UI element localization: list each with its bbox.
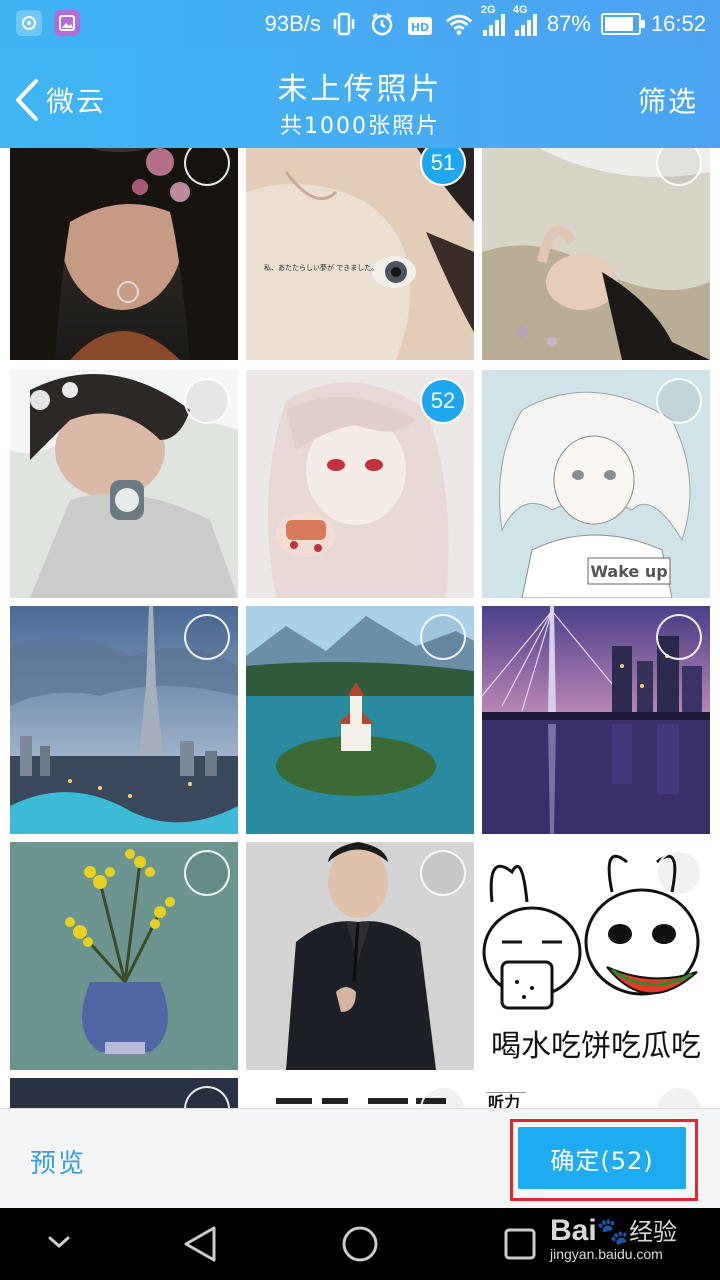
vibrate-icon [331,11,359,37]
paw-icon: 🐾 [596,1216,630,1246]
wake-up-text: Wake up [590,562,667,581]
photo-tile[interactable]: 52 [246,370,474,598]
page-title: 未上传照片 [277,72,443,107]
circle-home-icon [342,1226,378,1262]
signal-4g-icon: 4G [513,4,537,36]
nav-back-button[interactable] [180,1224,220,1268]
battery-percent: 87% [546,11,591,36]
photo-tile[interactable] [482,606,710,834]
preview-button[interactable]: 预览 [30,1143,86,1180]
confirm-button[interactable]: 确定(52) [518,1127,686,1189]
chevron-down-icon [48,1236,70,1249]
meme-caption: 喝水吃饼吃瓜吃 [491,1029,701,1064]
photo-tile[interactable] [10,148,238,360]
network-2g-label: 2G [480,4,496,16]
network-speed: 93B/s [264,11,321,36]
photo-tile[interactable] [10,370,238,598]
photo-tile[interactable] [246,842,474,1070]
select-circle[interactable]: 52 [420,378,466,424]
photo-count: 共1000张照片 [280,114,440,139]
select-circle[interactable] [656,378,702,424]
hd-icon: HD [407,11,435,37]
select-circle[interactable] [420,614,466,660]
watermark-brand-cn: 经验 [629,1219,678,1246]
battery-icon [600,13,645,35]
wifi-icon [445,11,473,37]
signal-2g-icon: 2G [481,4,505,36]
square-recents-icon [504,1228,536,1260]
closeup-caption: 私、あたたらしい夢が できました。 [264,263,378,272]
bottom-action-bar: 预览 确定(52) [0,1108,720,1208]
watermark-brand: Bai [550,1214,597,1247]
hide-nav-button[interactable] [46,1232,72,1256]
clock: 16:52 [650,11,706,36]
photo-tile[interactable] [246,606,474,834]
status-bar: 93B/s HD 2G 4G 87% 16:52 [0,0,720,48]
selection-number: 52 [430,388,456,413]
photo-tile[interactable] [10,1078,238,1108]
nav-home-button[interactable] [340,1224,380,1268]
select-circle[interactable] [184,614,230,660]
triangle-back-icon [184,1226,216,1262]
svg-text:HD: HD [411,21,429,34]
app-header: 微云 未上传照片 共1000张照片 筛选 [0,48,720,148]
gallery-notification-icon [54,10,80,36]
photo-tile[interactable] [482,148,710,360]
photo-tile[interactable]: 私、あたたらしい夢が できました。 51 [246,148,474,360]
alarm-icon [369,11,397,37]
select-circle[interactable] [656,850,702,896]
filter-button[interactable]: 筛选 [638,80,698,120]
app-notification-icon [16,10,42,36]
watermark-url: jingyan.baidu.com [550,1246,663,1262]
photo-tile[interactable]: 喝水吃饼吃瓜吃 [482,842,710,1070]
photo-tile[interactable] [10,842,238,1070]
select-circle[interactable] [184,850,230,896]
selection-number: 51 [430,150,456,175]
baidu-watermark: Bai🐾经验 jingyan.baidu.com [550,1212,677,1262]
network-4g-label: 4G [512,4,528,16]
photo-grid: 私、あたたらしい夢が できました。 51 52 Wake up 喝水吃饼吃瓜吃 … [0,148,720,1108]
photo-tile[interactable] [10,606,238,834]
partial-caption: 听力 [488,1093,520,1108]
select-circle[interactable] [656,614,702,660]
photo-tile[interactable] [246,1078,474,1108]
nav-recents-button[interactable] [502,1226,538,1266]
photo-tile[interactable]: Wake up [482,370,710,598]
notification-icons [16,10,80,36]
photo-tile[interactable]: 听力 [482,1078,710,1108]
select-circle[interactable] [420,850,466,896]
select-circle[interactable] [184,378,230,424]
